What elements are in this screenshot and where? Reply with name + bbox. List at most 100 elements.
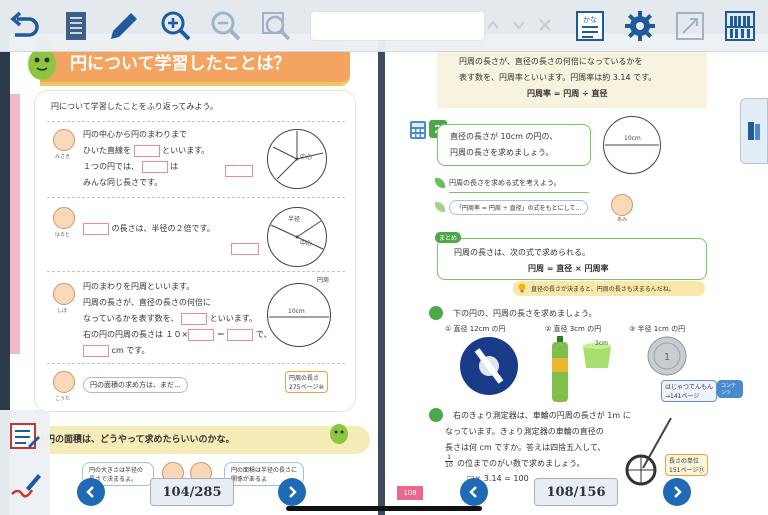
bottle-icon <box>552 336 568 402</box>
left-page-indicator[interactable]: 104/285 <box>150 478 234 506</box>
fraction-top: 1 <box>447 454 451 461</box>
right-next-page-button[interactable] <box>663 478 691 506</box>
reference-tag[interactable]: はじゃつてんもん →141ページ <box>661 380 718 402</box>
lightbulb-icon <box>518 283 526 293</box>
zoom-out-button[interactable] <box>206 6 246 46</box>
search-input[interactable] <box>310 11 485 41</box>
exercise-icon <box>429 306 443 320</box>
leaf-icon <box>435 178 445 188</box>
answer-box[interactable] <box>231 243 259 255</box>
back-button[interactable] <box>4 6 44 46</box>
page-edge-tab <box>10 94 20 354</box>
calculator-icon[interactable] <box>409 120 427 140</box>
zoom-fit-button[interactable] <box>256 6 296 46</box>
exercise-text: なっています。きょり測定器の車輪の直径の <box>445 427 604 436</box>
answer-box[interactable] <box>83 222 109 235</box>
avatar-shiho <box>53 283 75 305</box>
ref-line: 275ページ⑩ <box>289 384 324 391</box>
text-line: 円の中心から円のまわりまで <box>83 130 187 139</box>
answer-box[interactable] <box>227 328 254 341</box>
book-icon <box>748 122 760 140</box>
coin-icon: 1 <box>647 336 687 376</box>
note-icon <box>10 423 40 449</box>
fraction-bottom: 10 <box>445 461 453 469</box>
avatar-name: しほ <box>57 308 68 314</box>
back-arrow-icon <box>10 11 39 37</box>
zoom-in-button[interactable] <box>156 6 196 46</box>
bookmark-pen-icon <box>111 13 137 39</box>
section2-text: の長さは、半径の２倍です。 <box>83 221 215 237</box>
radius-label: 半径 <box>288 216 301 223</box>
right-prev-page-button[interactable] <box>460 478 488 506</box>
answer-box[interactable] <box>133 144 160 157</box>
answer-box[interactable] <box>188 328 215 341</box>
definition-line: 円周の長さが、直径の長さの何倍になっているかを <box>459 57 643 66</box>
circle-diagram: 10cm <box>603 116 661 174</box>
kana-ruby-button[interactable]: かな <box>570 6 610 46</box>
close-icon <box>539 19 551 31</box>
summary-box: 円周の長さは、次の式で求められる。 円周 = 直径 × 円周率 <box>437 238 707 280</box>
avatar-name: こうた <box>55 396 71 402</box>
search-prev-button[interactable] <box>482 14 504 36</box>
bookshelf-icon <box>725 11 755 41</box>
settings-button[interactable] <box>620 6 660 46</box>
radius-lines-icon <box>272 131 324 180</box>
bookshelf-button[interactable] <box>720 6 760 46</box>
text-line: なっているかを表す数を、 といいます。 <box>83 312 257 325</box>
avatar-misaki <box>53 129 75 151</box>
left-next-page-button[interactable] <box>278 478 306 506</box>
right-page: 円周の長さが、直径の長さの何倍になっているかを 表す数を、円周率といいます。円周… <box>385 34 768 515</box>
chevron-left-icon <box>86 486 94 498</box>
chevron-down-icon <box>513 21 525 30</box>
center-label: 中心 <box>300 154 313 161</box>
book-spine <box>378 34 385 515</box>
chevron-right-icon <box>674 486 682 498</box>
question-text: 円の面積は、どうやって求めたらいいのかな。 <box>46 435 235 445</box>
problem-text: 円周の長さを求めましょう。 <box>450 148 554 157</box>
side-panel-tab[interactable] <box>740 98 768 164</box>
pen-button[interactable] <box>8 468 42 502</box>
page-number: 108 <box>397 486 423 500</box>
hint-bubble: 「円周率 = 円周 ÷ 直径」の式をもとにして… <box>449 200 589 215</box>
search-close-button[interactable] <box>534 14 556 36</box>
text-line: みんな同じ長さです。 <box>83 178 163 187</box>
answer-box[interactable] <box>83 344 109 357</box>
left-prev-page-button[interactable] <box>77 478 105 506</box>
summary-formula: 円周 = 直径 × 円周率 <box>528 264 609 273</box>
kana-label: かな <box>583 16 597 24</box>
circle-diagram: 半径 中心 <box>267 207 327 267</box>
svg-text:1: 1 <box>664 352 670 363</box>
reference-tag[interactable]: 円周の長さ 275ページ⑩ <box>285 371 328 393</box>
table-of-contents-button[interactable] <box>56 6 96 46</box>
answer-box[interactable] <box>141 160 168 173</box>
diameter-line-icon <box>269 316 329 318</box>
text-line: 右の円の円周の長さは １０× ＝ で、 <box>83 328 272 341</box>
summary-label: まとめ <box>435 232 462 243</box>
note-button[interactable] <box>8 420 42 454</box>
divider <box>47 197 345 198</box>
fraction: 1 10 <box>445 454 453 469</box>
section1-text: 円の中心から円のまわりまで ひいた直線を といいます。 １つの円では、 は みん… <box>83 127 209 191</box>
right-page-indicator[interactable]: 108/156 <box>534 478 618 506</box>
search-next-button[interactable] <box>508 14 530 36</box>
chevron-right-icon <box>289 486 297 498</box>
bookmark-button[interactable] <box>104 6 144 46</box>
fullscreen-button[interactable] <box>670 6 710 46</box>
text-line: cm です。 <box>83 343 272 359</box>
contents-button[interactable]: コンテンツ <box>717 380 743 398</box>
answer-box[interactable] <box>225 165 253 177</box>
answer-box[interactable] <box>181 312 208 325</box>
chevron-left-icon <box>469 486 477 498</box>
exercise-item: ③ 半径 1cm の円 <box>629 325 686 333</box>
zoom-out-icon <box>211 11 241 41</box>
reference-tag[interactable]: 長さの単位 151ページ⑪ <box>665 454 709 476</box>
zoom-in-icon <box>161 11 191 41</box>
definition-formula: 円周率 = 円周 ÷ 直径 <box>527 89 608 98</box>
diameter-line-icon <box>605 144 659 146</box>
think-text: 円周の長さを求める式を考えよう。 <box>449 179 561 187</box>
text-line: 円のまわりを円周といいます。 <box>83 282 195 291</box>
fullscreen-icon <box>676 12 704 40</box>
divider <box>47 271 345 272</box>
problem-box: 直径の長さが 10cm の円の、 円周の長さを求めましょう。 <box>437 124 591 166</box>
exercise-text: の位までのがい数で求めましょう。 <box>457 459 585 468</box>
